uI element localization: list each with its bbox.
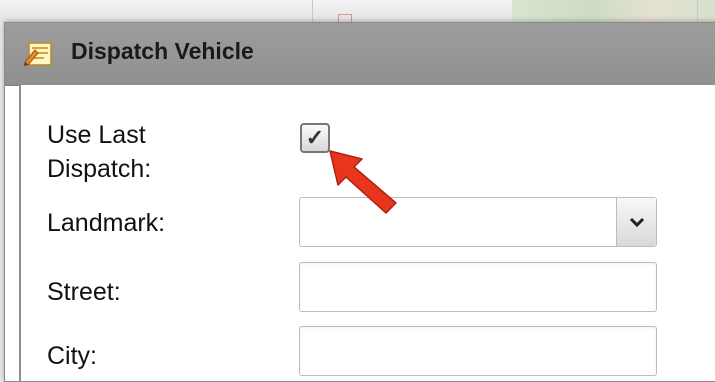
dispatch-vehicle-dialog: Dispatch Vehicle Use Last Dispatch: ✓ La… <box>4 22 715 382</box>
street-label: Street: <box>47 278 121 306</box>
use-last-dispatch-checkbox[interactable]: ✓ <box>300 123 330 153</box>
dialog-title: Dispatch Vehicle <box>71 38 254 64</box>
background-divider <box>697 0 698 22</box>
use-last-dispatch-label-line1: Use Last <box>47 121 146 149</box>
background-divider <box>312 0 313 22</box>
chevron-down-icon <box>629 217 644 228</box>
dialog-body: Use Last Dispatch: ✓ Landmark: Street: C… <box>19 85 715 381</box>
use-last-dispatch-label: Use Last Dispatch: <box>47 118 151 186</box>
dispatch-form-icon <box>24 42 52 66</box>
background-map <box>512 0 715 22</box>
street-input[interactable] <box>299 262 657 312</box>
background-map-marker <box>338 14 352 22</box>
landmark-label: Landmark: <box>47 209 166 237</box>
city-input[interactable] <box>299 326 657 376</box>
checkmark-icon: ✓ <box>305 125 325 150</box>
use-last-dispatch-label-line2: Dispatch: <box>47 155 152 183</box>
landmark-select[interactable] <box>299 197 657 247</box>
landmark-dropdown-button[interactable] <box>616 198 656 246</box>
city-label: City: <box>47 342 97 370</box>
dialog-titlebar[interactable]: Dispatch Vehicle <box>5 23 715 86</box>
